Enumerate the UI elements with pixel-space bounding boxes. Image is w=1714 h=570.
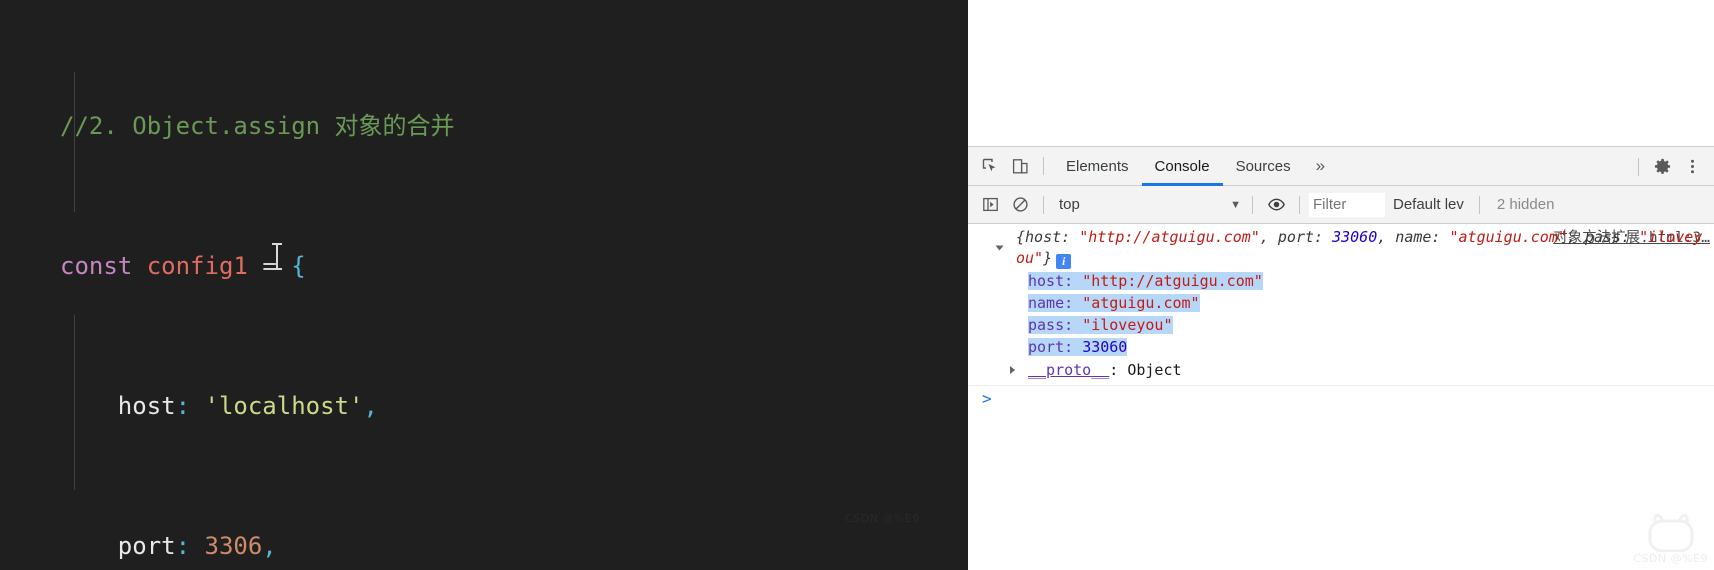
property-row[interactable]: pass: "iloveyou" [1028, 314, 1714, 336]
preview-sep-1: , port: [1259, 228, 1333, 246]
filterbar-divider [1252, 195, 1253, 214]
console-sidebar-icon[interactable] [976, 191, 1004, 219]
web-page-viewport [968, 0, 1714, 146]
property-colon: : [1064, 338, 1083, 356]
devtools-tabbar: Elements Console Sources » [968, 147, 1714, 186]
string-localhost: 'localhost' [204, 392, 364, 420]
tab-sources[interactable]: Sources [1223, 147, 1304, 186]
property-key: host [1028, 272, 1065, 290]
tab-console-label: Console [1154, 157, 1210, 175]
property-value: "http://atguigu.com" [1082, 272, 1263, 290]
csdn-watermark: CSDN @%E9 [1633, 510, 1708, 565]
gear-icon[interactable] [1648, 153, 1676, 181]
tab-sources-label: Sources [1235, 157, 1291, 175]
code-line-4: port: 3306, [0, 529, 508, 564]
console-filter-input[interactable] [1309, 192, 1385, 217]
log-level-selector[interactable]: Default lev [1385, 196, 1472, 213]
property-row[interactable]: port: 33060 [1028, 336, 1714, 358]
devtools-panel: Elements Console Sources » top ▼ Filter … [968, 146, 1714, 570]
text-cursor-icon [272, 243, 282, 270]
tabs-overflow-icon[interactable]: » [1304, 147, 1337, 186]
js-context-value: top [1059, 196, 1080, 213]
preview-sep-2: , name: [1377, 228, 1450, 246]
property-colon: : [1064, 272, 1083, 290]
code-line-2: const config1 = { [0, 249, 508, 284]
property-host: host [117, 392, 176, 420]
operator-assign: = [262, 252, 277, 280]
colon: : [175, 392, 191, 420]
indent-guide [74, 72, 75, 212]
filterbar-divider [1478, 195, 1480, 214]
property-row[interactable]: host: "http://atguigu.com" [1028, 270, 1714, 292]
preview-open-brace: {host: [1016, 228, 1080, 246]
expand-toggle-icon[interactable] [1010, 366, 1015, 374]
proto-value: : Object [1109, 361, 1182, 379]
property-key: pass [1028, 316, 1065, 334]
preview-close-brace: } [1043, 249, 1053, 267]
tab-console[interactable]: Console [1141, 147, 1223, 186]
code-line-3: host: 'localhost', [0, 389, 508, 424]
object-preview: {host: "http://atguigu.com", port: 33060… [1016, 228, 1702, 267]
csdn-logo-icon [1648, 514, 1694, 552]
comment-text: //2. Object.assign [60, 112, 335, 140]
clear-console-icon[interactable] [1006, 191, 1034, 219]
brace-open: { [291, 252, 306, 280]
object-properties-list: host: "http://atguigu.com" name: "atguig… [968, 269, 1714, 358]
filterbar-divider [1043, 195, 1044, 214]
live-expression-eye-icon[interactable] [1262, 191, 1290, 219]
csdn-watermark-text: CSDN @%E9 [1633, 552, 1708, 565]
property-key: name [1028, 294, 1065, 312]
proto-key: __proto__ [1028, 361, 1110, 379]
console-message-row[interactable]: 对象方法扩展.html:3… {host: "http://atguigu.co… [968, 224, 1714, 386]
object-preview-row: {host: "http://atguigu.com", port: 33060… [968, 227, 1714, 269]
property-value: "iloveyou" [1082, 316, 1173, 334]
chevron-down-icon: ▼ [1230, 198, 1241, 211]
screenshot-root: //2. Object.assign 对象的合并 const config1 =… [0, 0, 1714, 570]
comma: , [363, 392, 378, 420]
device-toolbar-icon[interactable] [1006, 152, 1034, 180]
js-context-selector[interactable]: top ▼ [1053, 193, 1245, 217]
tab-elements[interactable]: Elements [1053, 147, 1142, 186]
comma: , [262, 532, 277, 560]
keyword-const: const [60, 252, 133, 280]
console-filterbar: top ▼ Default lev 2 hidden [968, 186, 1714, 224]
log-level-label: Default lev [1393, 196, 1464, 213]
preview-sep-3: , pass: [1566, 228, 1640, 246]
identifier-config1: config1 [146, 252, 248, 280]
number-3306: 3306 [204, 532, 263, 560]
property-value: 33060 [1082, 338, 1128, 356]
property-colon: : [1064, 316, 1083, 334]
info-badge-icon[interactable]: i [1056, 254, 1072, 269]
devtools-tabbar-right [1631, 147, 1714, 186]
property-colon: : [1064, 294, 1083, 312]
preview-port-value: 33060 [1332, 228, 1378, 246]
filterbar-divider [1299, 195, 1300, 214]
property-key: port [1028, 338, 1065, 356]
prompt-arrow-icon: > [982, 389, 992, 408]
console-prompt-row[interactable]: > [968, 386, 1714, 412]
console-message-list[interactable]: 对象方法扩展.html:3… {host: "http://atguigu.co… [968, 224, 1714, 569]
toolbar-divider [1043, 157, 1044, 175]
code-content[interactable]: //2. Object.assign 对象的合并 const config1 =… [0, 0, 508, 570]
tab-elements-label: Elements [1066, 157, 1129, 175]
code-editor-pane[interactable]: //2. Object.assign 对象的合并 const config1 =… [0, 0, 968, 570]
property-row[interactable]: name: "atguigu.com" [1028, 292, 1714, 314]
proto-row[interactable]: __proto__: Object [968, 359, 1714, 381]
colon: : [175, 532, 191, 560]
toolbar-divider [1638, 157, 1639, 176]
tabs-overflow-label: » [1315, 156, 1326, 175]
indent-guide [74, 315, 75, 490]
hidden-messages-count[interactable]: 2 hidden [1489, 196, 1555, 213]
code-line-1: //2. Object.assign 对象的合并 [0, 109, 508, 144]
preview-host-value: "http://atguigu.com" [1079, 228, 1260, 246]
browser-pane: Elements Console Sources » top ▼ Filter … [968, 0, 1714, 570]
editor-watermark: CSDN @%E9 [845, 512, 920, 525]
inspect-element-icon[interactable] [976, 152, 1004, 180]
property-value: "atguigu.com" [1082, 294, 1200, 312]
comment-text-cn: 对象的合并 [334, 112, 455, 140]
preview-name-value: "atguigu.com" [1449, 228, 1567, 246]
three-dot-menu-icon[interactable] [1678, 153, 1706, 181]
property-port: port [117, 532, 176, 560]
